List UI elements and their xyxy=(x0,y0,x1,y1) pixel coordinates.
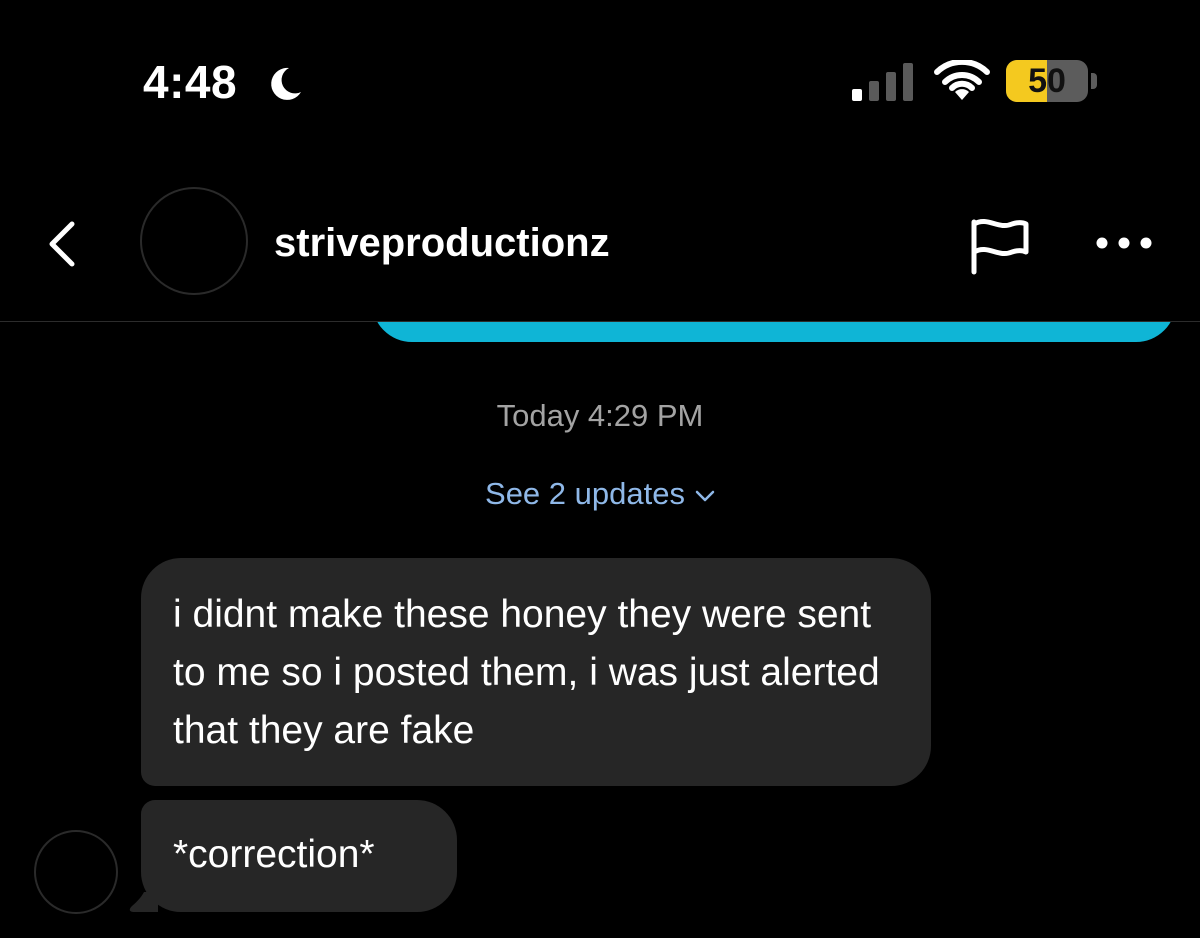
wifi-icon xyxy=(934,60,990,100)
see-updates-label: See 2 updates xyxy=(485,476,685,511)
received-message-bubble[interactable]: i didnt make these honey they were sent … xyxy=(141,558,931,786)
moon-icon xyxy=(271,67,301,100)
message-text: i didnt make these honey they were sent … xyxy=(173,593,880,752)
battery-level: 50 xyxy=(1028,62,1066,100)
battery-indicator: 50 xyxy=(1006,60,1088,102)
message-timestamp: Today 4:29 PM xyxy=(496,398,704,433)
sender-avatar[interactable] xyxy=(34,830,118,914)
status-time: 4:48 xyxy=(143,56,238,108)
chevron-left-icon[interactable] xyxy=(36,214,92,274)
battery-tip xyxy=(1091,73,1097,89)
received-message-bubble[interactable]: *correction* xyxy=(141,800,457,912)
more-dots-icon[interactable] xyxy=(1090,226,1158,260)
dm-thread-screen: 4:48 50 striveproductionz Today 4:29 PM xyxy=(0,0,1200,938)
see-updates-link[interactable]: See 2 updates xyxy=(0,474,1200,514)
flag-icon[interactable] xyxy=(964,214,1034,278)
bubble-tail xyxy=(129,892,158,912)
message-text: *correction* xyxy=(173,833,375,876)
cellular-signal-icon xyxy=(852,63,913,101)
conversation-username[interactable]: striveproductionz xyxy=(274,218,610,268)
header-divider xyxy=(0,321,1200,322)
chevron-down-icon xyxy=(695,490,715,502)
avatar[interactable] xyxy=(140,187,248,295)
